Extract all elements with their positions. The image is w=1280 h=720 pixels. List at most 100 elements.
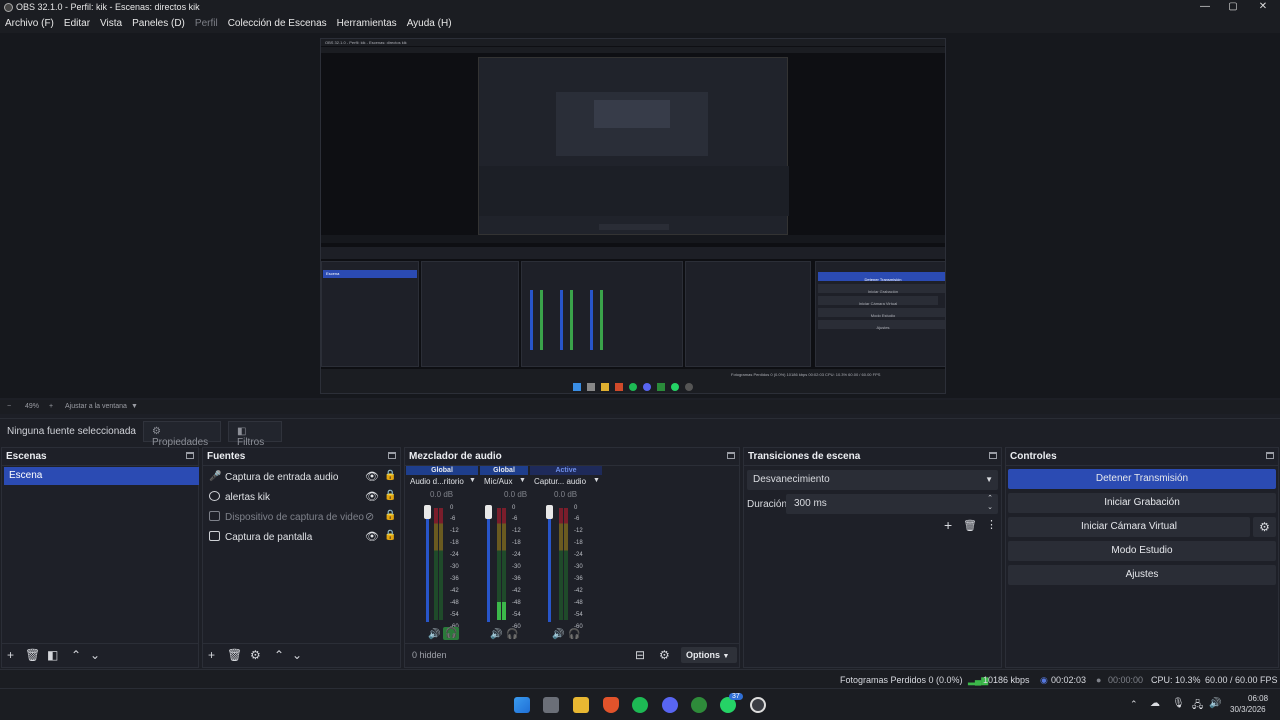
filter-icon: ◧ — [237, 426, 247, 437]
cloud-icon[interactable]: ☁ — [1150, 698, 1160, 709]
eye-icon[interactable]: 👁 — [365, 470, 379, 483]
headphones-icon[interactable]: 🎧 — [443, 627, 460, 640]
studio-mode-button[interactable]: Modo Estudio — [1008, 541, 1276, 561]
clock-time[interactable]: 06:08 — [1248, 694, 1268, 703]
store-icon[interactable] — [543, 697, 559, 713]
clock-date[interactable]: 30/3/2026 — [1230, 705, 1266, 714]
obs-icon[interactable] — [750, 697, 766, 713]
down-icon[interactable]: ⌄ — [90, 648, 100, 662]
nested-mixer — [521, 261, 683, 367]
file-explorer-icon[interactable] — [573, 697, 589, 713]
up-icon[interactable]: ⌃ — [274, 648, 284, 662]
virtual-camera-settings-button[interactable]: ⚙ — [1253, 517, 1276, 537]
properties-button[interactable]: ⚙ Propiedades — [143, 421, 221, 448]
menu-ayuda[interactable]: Ayuda (H) — [407, 15, 457, 33]
speaker-icon[interactable]: 🔊 — [490, 629, 502, 640]
add-icon[interactable]: + — [208, 648, 215, 662]
discord-icon[interactable] — [662, 697, 678, 713]
options-button[interactable]: Options ▼ — [681, 647, 737, 663]
advanced-audio-icon[interactable]: ⚙ — [659, 648, 670, 662]
undock-icon[interactable] — [1266, 452, 1274, 459]
up-icon[interactable]: ⌃ — [71, 648, 81, 662]
filters-button[interactable]: ◧ Filtros — [228, 421, 282, 448]
minimize-button[interactable]: — — [1190, 0, 1220, 15]
menu-vista[interactable]: Vista — [100, 15, 127, 33]
duration-input[interactable]: 300 ms ⌃ ⌄ — [786, 494, 998, 514]
nested-preview-taskbar — [599, 224, 669, 230]
trash-icon[interactable]: 🗑 — [227, 648, 242, 662]
lock-icon[interactable]: 🔒 — [384, 510, 396, 521]
more-options-icon[interactable]: ⋮ — [986, 518, 997, 531]
fader-handle[interactable] — [485, 505, 492, 519]
chevron-down-icon[interactable]: ▼ — [469, 477, 476, 484]
source-item[interactable]: Captura de pantalla 👁 🔒 — [209, 529, 397, 547]
fader-handle[interactable] — [546, 505, 553, 519]
chevron-down-icon: ▼ — [722, 653, 730, 660]
speaker-icon[interactable]: 🔊 — [552, 629, 564, 640]
network-icon[interactable]: 🖧 — [1192, 698, 1203, 715]
volume-icon[interactable]: 🔊 — [1209, 698, 1221, 709]
stop-streaming-button[interactable]: Detener Transmisión — [1008, 469, 1276, 489]
fader-handle[interactable] — [424, 505, 431, 519]
lock-icon[interactable]: 🔒 — [384, 530, 396, 541]
brave-icon[interactable] — [603, 697, 619, 713]
menu-archivo[interactable]: Archivo (F) — [5, 15, 59, 33]
microphone-icon[interactable]: 🎙 — [1172, 698, 1185, 709]
eye-hidden-icon[interactable]: ⊘ — [365, 510, 374, 523]
undock-icon[interactable] — [727, 452, 735, 459]
tray-chevron-icon[interactable]: ⌃ — [1130, 699, 1138, 710]
zoom-out-button[interactable]: − — [7, 403, 11, 410]
undock-icon[interactable] — [388, 452, 396, 459]
scene-item[interactable]: Escena — [4, 467, 199, 485]
maximize-button[interactable]: ▢ — [1218, 0, 1248, 15]
zoom-fit-button[interactable]: Ajustar a la ventana — [65, 403, 127, 410]
menu-paneles[interactable]: Paneles (D) — [132, 15, 190, 33]
scenes-title: Escenas — [6, 451, 47, 462]
lock-icon[interactable]: 🔒 — [384, 490, 396, 501]
volume-fader[interactable] — [548, 510, 551, 622]
settings-button[interactable]: Ajustes — [1008, 565, 1276, 585]
trash-icon[interactable]: 🗑 — [963, 519, 977, 532]
headphones-off-icon[interactable]: 🎧 — [506, 629, 518, 640]
eye-icon[interactable]: 👁 — [365, 490, 379, 503]
volume-fader[interactable] — [487, 510, 490, 622]
filter-icon[interactable]: ◧ — [47, 648, 58, 662]
eye-icon[interactable]: 👁 — [365, 530, 379, 543]
channel-name[interactable]: Captur... audio — [530, 477, 602, 486]
undock-icon[interactable] — [989, 452, 997, 459]
menu-perfil[interactable]: Perfil — [195, 15, 223, 33]
windows-start-icon[interactable] — [514, 697, 530, 713]
zoom-in-button[interactable]: + — [49, 403, 53, 410]
speaker-icon[interactable]: 🔊 — [428, 629, 440, 640]
spotify-icon[interactable] — [632, 697, 648, 713]
transition-select[interactable]: Desvanecimiento ▼ — [747, 470, 998, 490]
channel-tag: Global — [406, 466, 478, 475]
nested-scene-item: Escena — [323, 270, 417, 278]
trash-icon[interactable]: 🗑 — [25, 648, 40, 662]
channel-name[interactable]: Audio d...ritorio — [406, 477, 478, 486]
undock-icon[interactable] — [186, 452, 194, 459]
lock-icon[interactable]: 🔒 — [384, 470, 396, 481]
add-icon[interactable]: + — [944, 517, 952, 533]
source-item[interactable]: Dispositivo de captura de video ⊘ 🔒 — [209, 509, 397, 527]
start-virtual-camera-button[interactable]: Iniciar Cámara Virtual — [1008, 517, 1250, 537]
menu-editar[interactable]: Editar — [64, 15, 95, 33]
layout-icon[interactable]: ⊟ — [635, 648, 645, 662]
chevron-down-icon[interactable]: ▼ — [519, 477, 526, 484]
xbox-icon[interactable] — [691, 697, 707, 713]
source-item[interactable]: alertas kik 👁 🔒 — [209, 489, 397, 507]
preview-canvas[interactable]: OBS 32.1.0 - Perfil: kik - Escenas: dire… — [320, 38, 946, 394]
source-item[interactable]: 🎤 Captura de entrada audio 👁 🔒 — [209, 469, 397, 487]
headphones-off-icon[interactable]: 🎧 — [568, 629, 580, 640]
menu-herramientas[interactable]: Herramientas — [337, 15, 402, 33]
chevron-down-icon[interactable]: ▼ — [593, 477, 600, 484]
spinner-icon[interactable]: ⌃ ⌄ — [987, 494, 993, 512]
zoom-dropdown-icon[interactable]: ▼ — [131, 403, 138, 410]
gear-icon[interactable]: ⚙ — [250, 648, 261, 662]
add-icon[interactable]: + — [7, 648, 14, 662]
volume-fader[interactable] — [426, 510, 429, 622]
menu-coleccion[interactable]: Colección de Escenas — [228, 15, 332, 33]
start-recording-button[interactable]: Iniciar Grabación — [1008, 493, 1276, 513]
close-button[interactable]: ✕ — [1248, 0, 1278, 15]
down-icon[interactable]: ⌄ — [292, 648, 302, 662]
